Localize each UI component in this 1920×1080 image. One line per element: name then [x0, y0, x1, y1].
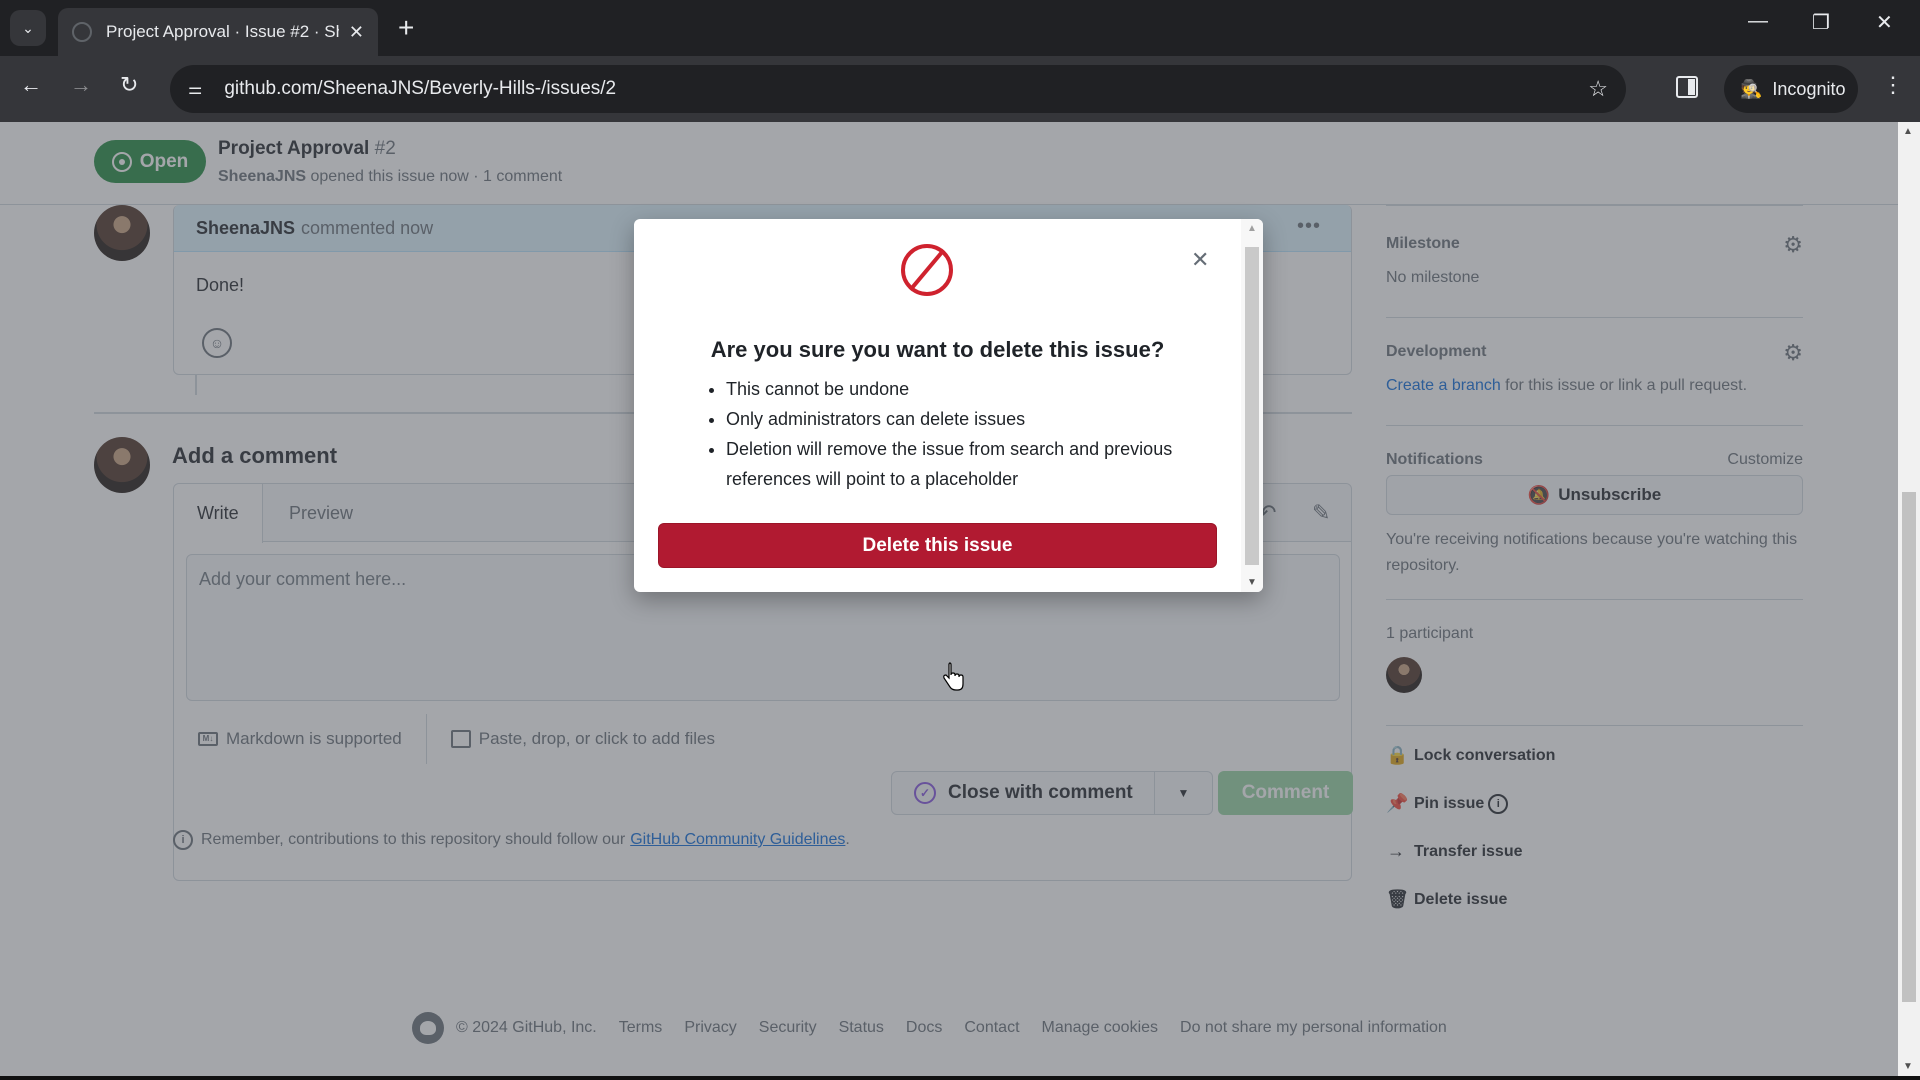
delete-issue-dialog: ✕ Are you sure you want to delete this i…	[634, 219, 1263, 592]
bottom-edge	[0, 1076, 1920, 1080]
incognito-label: Incognito	[1772, 78, 1846, 99]
tab-close-icon[interactable]: ✕	[349, 22, 364, 43]
back-button[interactable]: ←	[20, 72, 42, 98]
restore-icon[interactable]: ❐	[1812, 10, 1830, 35]
hand-cursor-icon	[943, 662, 964, 691]
browser-tab-bar: ⌄ Project Approval · Issue #2 · Sh ✕ + —…	[0, 0, 1920, 56]
page-scrollbar[interactable]: ▲ ▼	[1898, 122, 1920, 1076]
confirm-delete-button[interactable]: Delete this issue	[658, 523, 1217, 568]
warning-item: This cannot be undone	[726, 374, 1206, 404]
browser-tab-active[interactable]: Project Approval · Issue #2 · Sh ✕	[58, 8, 378, 56]
close-window-icon[interactable]: ✕	[1876, 10, 1893, 35]
side-panel-icon[interactable]	[1676, 76, 1698, 98]
tab-search-button[interactable]: ⌄	[10, 10, 46, 46]
dialog-title: Are you sure you want to delete this iss…	[710, 337, 1165, 362]
scroll-down-arrow-icon[interactable]: ▼	[1903, 1061, 1913, 1072]
circle-slash-icon	[901, 244, 953, 296]
dialog-warning-list: This cannot be undone Only administrator…	[726, 374, 1206, 494]
tab-title: Project Approval · Issue #2 · Sh	[106, 22, 339, 41]
dialog-scroll-thumb[interactable]	[1245, 247, 1259, 565]
warning-item: Deletion will remove the issue from sear…	[726, 434, 1206, 494]
browser-menu-icon[interactable]: ⋮	[1882, 72, 1904, 98]
page-viewport: Open Project Approval #2 SheenaJNS opene…	[0, 122, 1898, 1076]
warning-item: Only administrators can delete issues	[726, 404, 1206, 434]
browser-toolbar: ← → ↻ ⚌ github.com/SheenaJNS/Beverly-Hil…	[0, 56, 1920, 122]
forward-button[interactable]: →	[70, 72, 92, 98]
bookmark-star-icon[interactable]: ☆	[1588, 76, 1608, 102]
scroll-up-arrow-icon[interactable]: ▲	[1903, 126, 1913, 137]
site-settings-icon[interactable]: ⚌	[188, 79, 202, 99]
chevron-down-icon: ⌄	[22, 19, 34, 36]
scroll-down-arrow-icon[interactable]: ▼	[1247, 577, 1257, 588]
incognito-indicator[interactable]: 🕵 Incognito	[1724, 65, 1858, 113]
page-scroll-thumb[interactable]	[1902, 492, 1916, 1002]
github-icon	[72, 22, 92, 42]
address-bar[interactable]: ⚌ github.com/SheenaJNS/Beverly-Hills-/is…	[170, 65, 1626, 113]
scroll-up-arrow-icon[interactable]: ▲	[1247, 223, 1257, 234]
new-tab-button[interactable]: +	[398, 12, 414, 44]
incognito-icon: 🕵	[1740, 78, 1763, 99]
url-text[interactable]: github.com/SheenaJNS/Beverly-Hills-/issu…	[224, 78, 616, 100]
minimize-icon[interactable]: —	[1748, 10, 1768, 33]
reload-button[interactable]: ↻	[120, 72, 138, 98]
dialog-close-icon[interactable]: ✕	[1191, 247, 1209, 273]
dialog-scrollbar[interactable]: ▲ ▼	[1241, 219, 1263, 592]
